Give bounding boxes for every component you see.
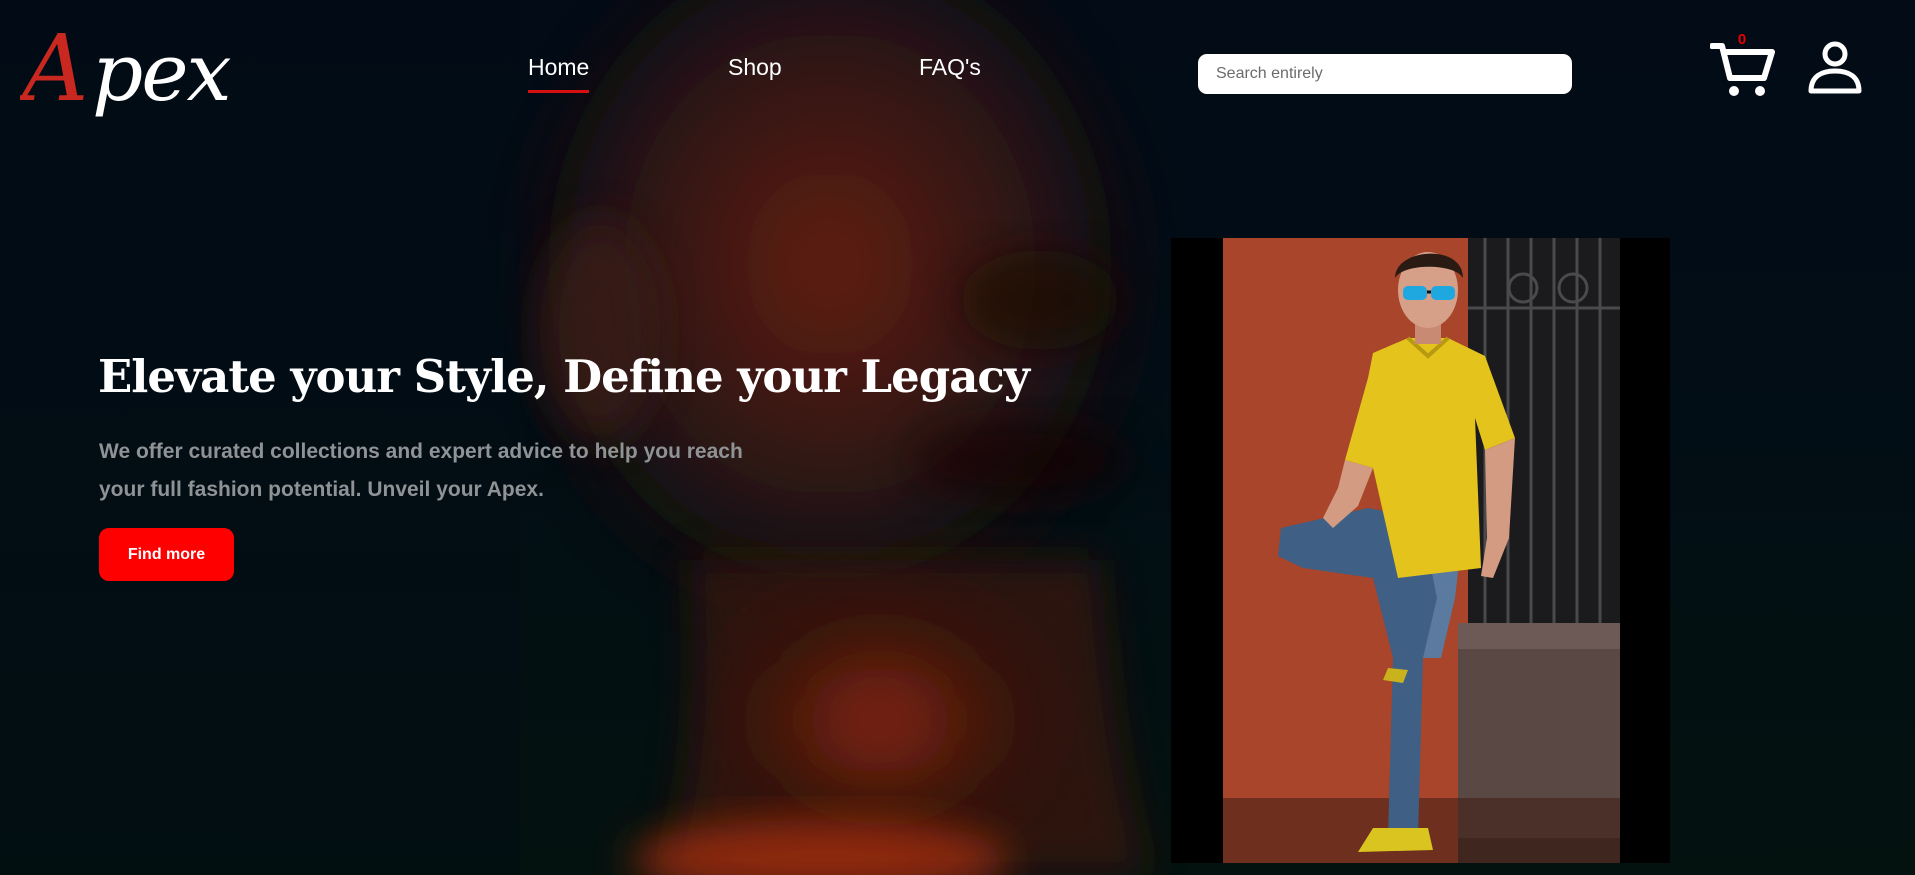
hero-subtext: We offer curated collections and expert …	[99, 440, 743, 501]
site-header: A pex Home Shop FAQ's 0	[0, 0, 1915, 150]
apex-logo-mark: A pex	[20, 16, 233, 122]
user-icon	[1808, 41, 1862, 94]
account-button[interactable]	[1808, 40, 1862, 96]
product-photo	[1223, 238, 1620, 863]
nav-item-home[interactable]: Home	[528, 54, 590, 93]
apex-logo[interactable]: A pex	[20, 16, 310, 131]
svg-text:pex: pex	[92, 26, 231, 119]
hero-headline: Elevate your Style, Define your Legacy	[98, 350, 1030, 403]
svg-text:A: A	[20, 16, 88, 122]
find-more-button[interactable]: Find more	[99, 528, 234, 581]
search-input[interactable]	[1198, 54, 1572, 94]
model-in-yellow-shirt-image	[1223, 238, 1620, 863]
nav-item-faqs[interactable]: FAQ's	[919, 54, 981, 81]
nav-item-shop[interactable]: Shop	[728, 54, 782, 81]
cart-count-badge: 0	[1737, 31, 1747, 48]
